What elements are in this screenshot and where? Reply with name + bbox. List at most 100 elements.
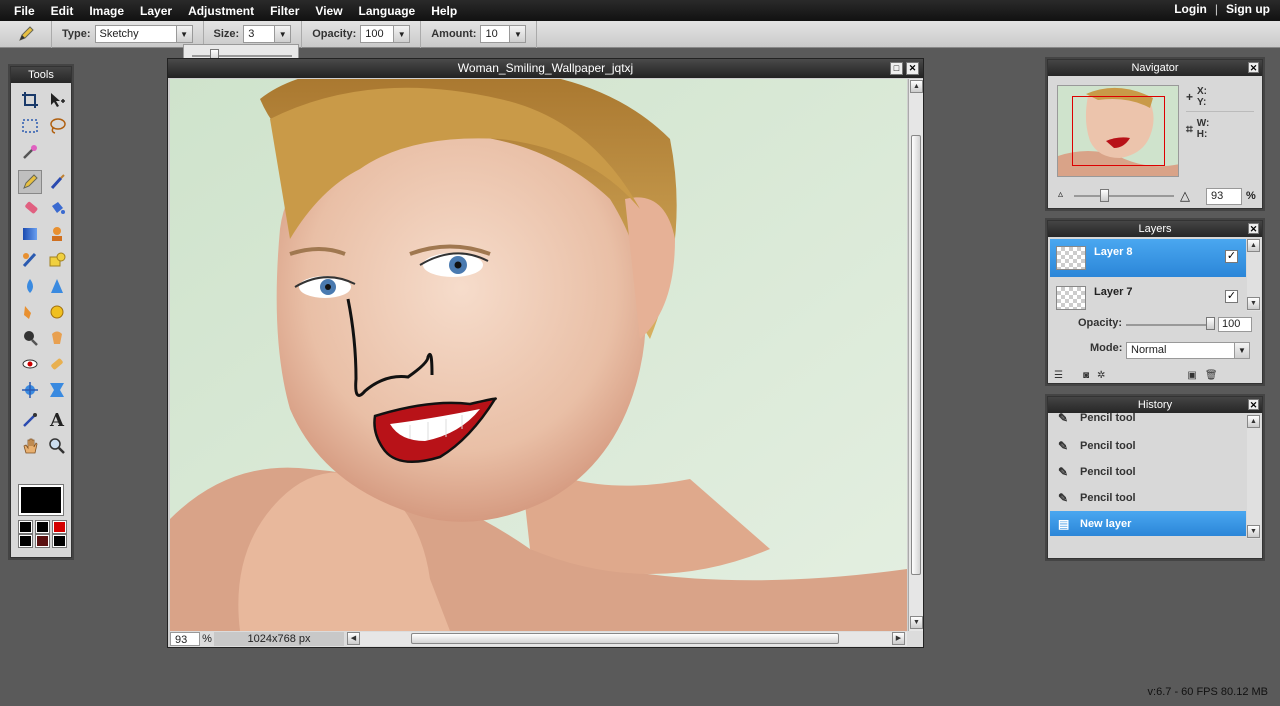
menu-filter[interactable]: Filter <box>262 4 307 18</box>
swatch-2[interactable] <box>35 520 50 534</box>
history-item[interactable]: ✎ Pencil tool <box>1050 409 1246 427</box>
signup-link[interactable]: Sign up <box>1226 2 1270 16</box>
layer-opacity-thumb[interactable] <box>1206 317 1215 330</box>
foreground-color-swatch[interactable] <box>18 484 64 516</box>
layer-settings-icon[interactable]: ☰ <box>1054 370 1063 381</box>
scroll-down-icon[interactable]: ▼ <box>910 616 923 629</box>
amount-select[interactable]: 10 ▼ <box>480 25 527 43</box>
zoom-out-icon[interactable]: ▵ <box>1058 189 1063 200</box>
vertical-scrollbar[interactable]: ▲ ▼ <box>908 79 923 631</box>
menu-image[interactable]: Image <box>81 4 132 18</box>
menu-view[interactable]: View <box>307 4 350 18</box>
brush-icon[interactable] <box>45 170 69 194</box>
scroll-right-icon[interactable]: ▶ <box>892 632 905 645</box>
menu-layer[interactable]: Layer <box>132 4 180 18</box>
close-icon[interactable]: ✕ <box>906 62 919 75</box>
layer-mode-select[interactable]: Normal ▼ <box>1126 342 1250 359</box>
layer-opacity-input[interactable]: 100 <box>1218 317 1252 332</box>
navigator-zoom-input[interactable]: 93 <box>1206 188 1242 205</box>
eraser-icon[interactable] <box>18 196 42 220</box>
login-link[interactable]: Login <box>1174 2 1207 16</box>
history-item[interactable]: ✎ Pencil tool <box>1050 459 1246 484</box>
zoom-slider-thumb[interactable] <box>1100 189 1109 202</box>
image-canvas[interactable] <box>170 79 907 631</box>
vertical-scroll-thumb[interactable] <box>911 135 921 575</box>
shape-icon[interactable] <box>45 248 69 272</box>
chevron-down-icon[interactable]: ▼ <box>175 26 192 42</box>
swatch-4[interactable] <box>18 534 33 548</box>
type-tool-icon[interactable]: A <box>45 408 69 432</box>
color-replace-icon[interactable] <box>18 248 42 272</box>
layers-scrollbar[interactable]: ▲ ▼ <box>1247 239 1261 311</box>
spot-heal-icon[interactable] <box>45 352 69 376</box>
swatch-3[interactable] <box>52 520 67 534</box>
scroll-down-icon[interactable]: ▼ <box>1247 297 1260 310</box>
history-item[interactable]: ✎ Pencil tool <box>1050 433 1246 458</box>
magic-wand-icon[interactable] <box>18 140 42 164</box>
layer-styles-icon[interactable]: ✲ <box>1097 370 1105 381</box>
layer-visibility-checkbox[interactable]: ✓ <box>1225 289 1238 303</box>
menu-help[interactable]: Help <box>423 4 465 18</box>
pinch-icon[interactable] <box>45 378 69 402</box>
scroll-down-icon[interactable]: ▼ <box>1247 525 1260 538</box>
swatch-6[interactable] <box>52 534 67 548</box>
size-select[interactable]: 3 ▼ <box>243 25 292 43</box>
navigator-preview[interactable] <box>1057 85 1179 177</box>
red-eye-icon[interactable] <box>18 352 42 376</box>
close-icon[interactable]: ✕ <box>1248 399 1259 410</box>
smudge-icon[interactable] <box>18 300 42 324</box>
pencil-icon[interactable] <box>18 170 42 194</box>
horizontal-scroll-thumb[interactable] <box>411 633 839 644</box>
hand-icon[interactable] <box>18 434 42 458</box>
chevron-down-icon[interactable]: ▼ <box>393 26 410 42</box>
close-icon[interactable]: ✕ <box>1248 223 1259 234</box>
zoom-input[interactable]: 93 <box>170 632 200 646</box>
scroll-up-icon[interactable]: ▲ <box>1247 239 1260 252</box>
sponge-icon[interactable] <box>45 300 69 324</box>
marquee-select-icon[interactable] <box>18 114 42 138</box>
zoom-icon[interactable] <box>45 434 69 458</box>
type-option: Type: Sketchy ▼ <box>52 20 204 48</box>
layer-item-layer-8[interactable]: Layer 8 ✓ <box>1050 239 1246 277</box>
blur-icon[interactable] <box>18 274 42 298</box>
sharpen-icon[interactable] <box>45 274 69 298</box>
gradient-icon[interactable] <box>18 222 42 246</box>
history-scrollbar[interactable]: ▲ ▼ <box>1247 415 1261 539</box>
restore-icon[interactable]: □ <box>890 62 903 75</box>
zoom-in-icon[interactable]: △ <box>1180 188 1190 204</box>
clone-stamp-icon[interactable] <box>45 222 69 246</box>
layer-item-layer-7[interactable]: Layer 7 ✓ <box>1050 279 1246 317</box>
navigator-view-rect[interactable] <box>1072 96 1165 166</box>
scroll-up-icon[interactable]: ▲ <box>910 80 923 93</box>
layer-mask-icon[interactable]: ◙ <box>1083 370 1089 381</box>
swatch-1[interactable] <box>18 520 33 534</box>
scroll-up-icon[interactable]: ▲ <box>1247 415 1260 428</box>
crop-icon[interactable] <box>18 88 42 112</box>
paint-bucket-icon[interactable] <box>45 196 69 220</box>
type-select[interactable]: Sketchy ▼ <box>94 25 193 43</box>
menu-language[interactable]: Language <box>351 4 424 18</box>
dodge-icon[interactable] <box>18 326 42 350</box>
menu-edit[interactable]: Edit <box>43 4 82 18</box>
chevron-down-icon[interactable]: ▼ <box>1234 343 1249 358</box>
chevron-down-icon[interactable]: ▼ <box>274 26 291 42</box>
new-layer-icon[interactable]: ▣ <box>1187 370 1196 381</box>
bloat-icon[interactable] <box>18 378 42 402</box>
lasso-icon[interactable] <box>45 114 69 138</box>
opacity-select[interactable]: 100 ▼ <box>360 25 411 43</box>
trash-icon[interactable]: 🗑 <box>1205 370 1218 381</box>
scroll-left-icon[interactable]: ◀ <box>347 632 360 645</box>
close-icon[interactable]: ✕ <box>1248 62 1259 73</box>
swatch-5[interactable] <box>35 534 50 548</box>
image-window-titlebar[interactable]: Woman_Smiling_Wallpaper_jqtxj □ ✕ <box>168 59 923 78</box>
chevron-down-icon[interactable]: ▼ <box>509 26 526 42</box>
menu-file[interactable]: File <box>0 4 43 18</box>
color-picker-icon[interactable] <box>18 408 42 432</box>
burn-icon[interactable] <box>45 326 69 350</box>
history-item-selected[interactable]: ▤ New layer <box>1050 511 1246 536</box>
history-item[interactable]: ✎ Pencil tool <box>1050 485 1246 510</box>
layer-visibility-checkbox[interactable]: ✓ <box>1225 249 1238 263</box>
horizontal-scrollbar[interactable]: ◀ ▶ <box>347 632 907 646</box>
menu-adjustment[interactable]: Adjustment <box>180 4 262 18</box>
move-icon[interactable] <box>45 88 69 112</box>
